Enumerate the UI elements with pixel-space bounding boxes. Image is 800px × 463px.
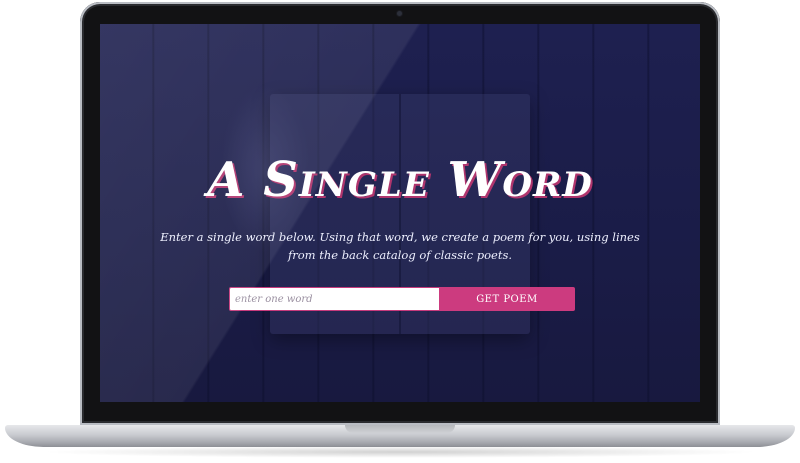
laptop-opening-notch — [345, 425, 455, 433]
laptop-mockup: A Single Word Enter a single word below.… — [0, 0, 800, 463]
screen: A Single Word Enter a single word below.… — [100, 24, 700, 402]
word-form: GET POEM — [229, 287, 575, 311]
get-poem-button[interactable]: GET POEM — [439, 287, 575, 311]
webcam-icon — [397, 11, 402, 16]
page-title: A Single Word — [207, 152, 593, 208]
page-description: Enter a single word below. Using that wo… — [160, 230, 640, 262]
word-input[interactable] — [229, 287, 439, 311]
laptop-shadow — [40, 446, 760, 458]
